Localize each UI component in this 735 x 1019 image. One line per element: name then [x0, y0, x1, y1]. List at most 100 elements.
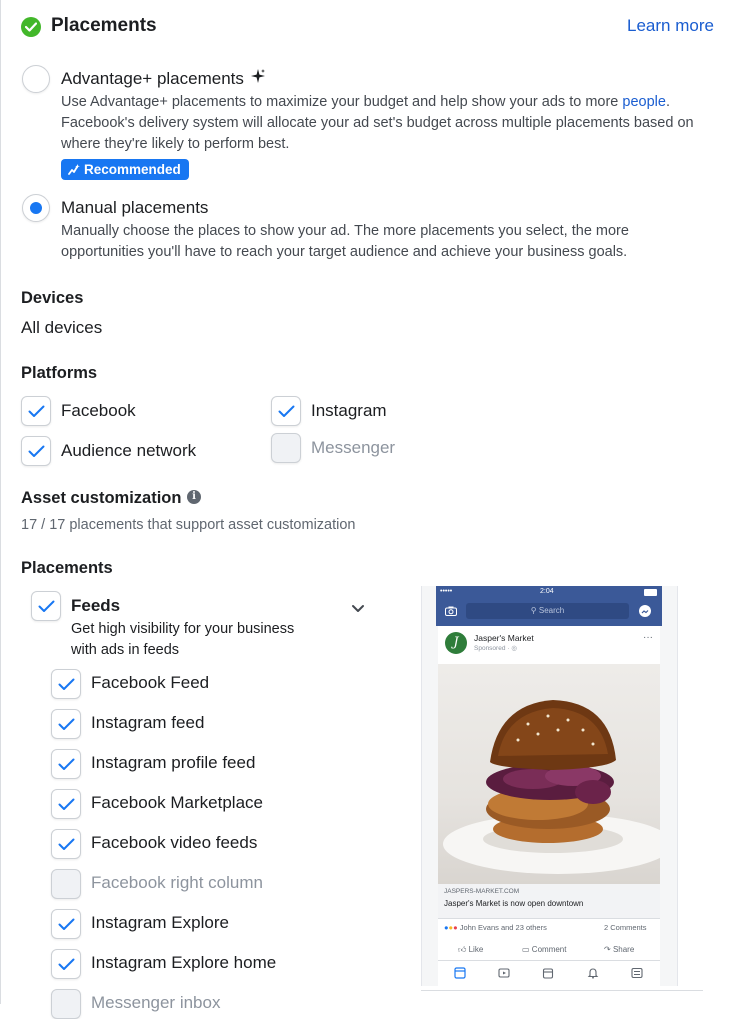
radio-selected-dot — [30, 202, 42, 214]
messenger-inbox-checkbox[interactable] — [51, 989, 81, 1019]
instagram-feed-checkbox[interactable] — [51, 709, 81, 739]
instagram-platform-checkbox[interactable] — [271, 396, 301, 426]
share-label: Share — [612, 945, 635, 954]
messenger-icon — [639, 605, 651, 617]
comment-action: ▭ Comment — [522, 945, 566, 954]
messenger-platform-checkbox[interactable] — [271, 433, 301, 463]
chevron-down-icon[interactable] — [351, 600, 365, 618]
facebook-marketplace-checkbox[interactable] — [51, 789, 81, 819]
checkmark-icon — [58, 918, 75, 930]
ad-post-card: J Jasper's Market Sponsored · ◎ ··· JASP… — [438, 626, 660, 986]
preview-search-placeholder: Search — [538, 606, 565, 615]
link-preview: JASPERS-MARKET.COM Jasper's Market is no… — [438, 884, 660, 919]
check-circle-icon — [21, 17, 41, 37]
feeds-group-description: Get high visibility for your business wi… — [71, 619, 294, 661]
sparkle-icon — [250, 69, 265, 83]
status-time: 2:04 — [540, 588, 554, 595]
facebook-platform-label: Facebook — [61, 401, 136, 420]
facebook-right-column-label: Facebook right column — [91, 873, 263, 892]
news-feed-icon — [454, 967, 466, 979]
section-title: Placements — [51, 15, 157, 36]
instagram-explore-home-label: Instagram Explore home — [91, 953, 277, 972]
facebook-marketplace-label: Facebook Marketplace — [91, 793, 263, 812]
recommended-badge: Recommended — [61, 159, 189, 180]
instagram-explore-home-checkbox[interactable] — [51, 949, 81, 979]
sponsored-text: Sponsored · — [474, 645, 512, 652]
audience-network-checkbox[interactable] — [21, 436, 51, 466]
manual-placements-radio[interactable] — [22, 194, 50, 222]
marketplace-icon — [542, 968, 554, 979]
advantage-placements-radio[interactable] — [22, 65, 50, 93]
asset-customization-summary: 17 / 17 placements that support asset cu… — [21, 517, 356, 533]
messenger-inbox-label: Messenger inbox — [91, 993, 221, 1012]
facebook-video-feeds-label: Facebook video feeds — [91, 833, 258, 852]
facebook-feed-label: Facebook Feed — [91, 673, 210, 692]
facebook-right-column-checkbox[interactable] — [51, 869, 81, 899]
checkmark-icon — [278, 405, 295, 417]
instagram-profile-feed-label: Instagram profile feed — [91, 753, 256, 772]
devices-value[interactable]: All devices — [21, 318, 102, 338]
advantage-desc-line3: where they're likely to perform best. — [61, 136, 290, 152]
camera-icon — [445, 606, 457, 616]
messenger-platform-label: Messenger — [311, 438, 396, 457]
advantage-description: Use Advantage+ placements to maximize yo… — [61, 92, 731, 155]
preview-tab-bar — [438, 960, 660, 986]
advantage-desc-text: Use Advantage+ placements to maximize yo… — [61, 94, 623, 110]
search-icon: ⚲ — [530, 606, 539, 615]
reactions-text: John Evans and 23 others — [459, 923, 547, 932]
feeds-desc-line2: with ads in feeds — [71, 642, 180, 658]
more-options-icon: ··· — [643, 632, 653, 643]
platforms-label: Platforms — [21, 364, 98, 382]
comments-count: 2 Comments — [604, 923, 647, 932]
advantage-title-text: Advantage+ placements — [61, 69, 244, 88]
facebook-feed-checkbox[interactable] — [51, 669, 81, 699]
manual-description: Manually choose the places to show your … — [61, 221, 731, 263]
devices-label: Devices — [21, 289, 84, 307]
checkmark-icon — [28, 405, 45, 417]
checkmark-icon — [28, 445, 45, 457]
reactions-summary: ●●● John Evans and 23 others — [444, 923, 547, 932]
preview-search-bar: ⚲ Search — [466, 603, 629, 619]
feeds-group-checkbox[interactable] — [31, 591, 61, 621]
battery-icon — [644, 589, 657, 596]
checkmark-icon — [58, 758, 75, 770]
advantage-placements-title: Advantage+ placements — [61, 69, 265, 89]
like-label: Like — [468, 945, 484, 954]
checkmark-icon — [58, 958, 75, 970]
trend-sparkle-icon — [68, 164, 80, 175]
asset-customization-label: Asset customization — [21, 489, 181, 508]
post-sponsored: Sponsored · ◎ — [474, 644, 517, 652]
reaction-love-icon: ● — [453, 923, 458, 932]
advantage-desc-suffix: . — [665, 94, 670, 110]
facebook-platform-checkbox[interactable] — [21, 396, 51, 426]
comment-label: Comment — [531, 945, 567, 954]
learn-more-link[interactable]: Learn more — [627, 16, 714, 36]
facebook-video-feeds-checkbox[interactable] — [51, 829, 81, 859]
instagram-explore-label: Instagram Explore — [91, 913, 229, 932]
checkmark-icon — [58, 798, 75, 810]
checkmark-icon — [58, 718, 75, 730]
post-page-name: Jasper's Market — [474, 633, 534, 643]
ad-preview-phone: ••••• 2:04 ⚲ Search J Jasper's Market Sp… — [421, 586, 678, 986]
panel-border — [0, 0, 1, 1004]
share-action: ↷ Share — [604, 945, 634, 954]
globe-icon: ◎ — [511, 645, 517, 652]
advantage-desc-line2: Facebook's delivery system will allocate… — [61, 115, 694, 131]
instagram-profile-feed-checkbox[interactable] — [51, 749, 81, 779]
like-action: 👍︎ Like — [458, 945, 483, 955]
instagram-explore-checkbox[interactable] — [51, 909, 81, 939]
checkmark-icon — [38, 600, 55, 612]
people-link[interactable]: people — [622, 94, 666, 110]
facebook-app-header: ••••• 2:04 ⚲ Search — [436, 586, 662, 626]
placements-label: Placements — [21, 559, 113, 577]
audience-network-label: Audience network — [61, 441, 197, 460]
checkmark-icon — [58, 678, 75, 690]
asset-customization-text: Asset customization — [21, 489, 182, 507]
feeds-group-title: Feeds — [71, 596, 121, 615]
manual-desc-line2: opportunities you'll have to reach your … — [61, 244, 628, 260]
preview-divider — [421, 990, 703, 991]
brand-logo: J — [445, 632, 467, 654]
info-icon[interactable]: i — [187, 490, 201, 504]
carrier-signal: ••••• — [440, 588, 453, 595]
notifications-bell-icon — [587, 968, 599, 979]
